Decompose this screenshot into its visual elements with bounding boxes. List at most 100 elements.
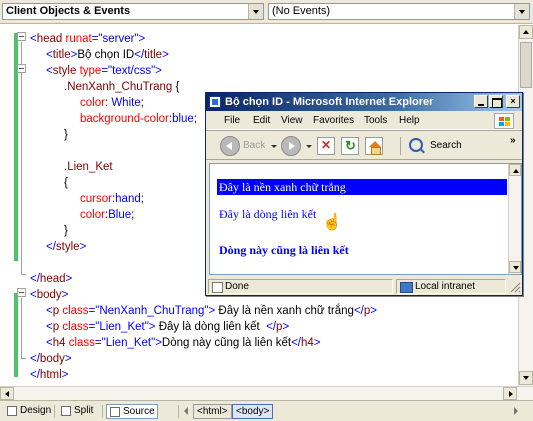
- search-button-label[interactable]: Search: [430, 140, 462, 151]
- code-line: <p class="NenXanh_ChuTrang"> Đây là nền …: [46, 303, 377, 319]
- code-line: </body>: [30, 351, 72, 367]
- scroll-down-icon[interactable]: [509, 261, 521, 273]
- chevron-down-icon[interactable]: [248, 4, 263, 19]
- code-token: h4: [52, 337, 69, 349]
- tab-source[interactable]: Source: [106, 404, 158, 419]
- ie-toolbar: Back Search »: [206, 132, 522, 160]
- status-done: Done: [208, 279, 393, 294]
- forward-dropdown-icon[interactable]: [306, 145, 312, 148]
- breadcrumb-back-icon[interactable]: [184, 407, 188, 415]
- editor-horizontal-scrollbar[interactable]: [0, 386, 533, 400]
- code-token: <: [46, 65, 53, 77]
- hand-cursor-icon: ☝: [322, 214, 342, 231]
- menu-view[interactable]: View: [281, 115, 303, 126]
- fold-guide: [21, 42, 22, 274]
- menu-favorites[interactable]: Favorites: [313, 115, 354, 126]
- scroll-up-icon[interactable]: [509, 164, 521, 176]
- code-token: Blue: [108, 209, 132, 221]
- code-token: {: [175, 81, 180, 93]
- code-token: color: [80, 209, 105, 221]
- menu-file[interactable]: File: [224, 115, 240, 126]
- code-token: </: [30, 353, 40, 365]
- maximize-button[interactable]: [489, 95, 503, 108]
- code-token: >: [162, 49, 169, 61]
- forward-arrow-icon[interactable]: [281, 136, 301, 156]
- code-token: ="Lien_Ket">: [88, 321, 156, 333]
- tab-design-label: Design: [20, 405, 52, 416]
- ie-menu-bar: File Edit View Favorites Tools Help: [206, 112, 522, 130]
- code-line: <h4 class="Lien_Ket">Dòng này cũng là li…: [46, 335, 321, 351]
- code-line: </head>: [30, 271, 72, 287]
- scroll-left-icon[interactable]: [0, 387, 14, 400]
- code-token: h4: [300, 337, 314, 349]
- events-dropdown-value: (No Events): [272, 5, 331, 17]
- home-icon[interactable]: [365, 137, 383, 155]
- ie-window-title: Bộ chọn ID - Microsoft Internet Explorer: [225, 96, 434, 108]
- code-token: .Lien_Ket: [64, 161, 113, 173]
- code-line: {: [64, 175, 68, 191]
- fold-guide: [21, 298, 22, 358]
- toolbar-overflow-chevron[interactable]: »: [510, 135, 516, 146]
- scroll-right-icon[interactable]: [503, 387, 517, 400]
- windows-logo-icon: [494, 113, 514, 129]
- code-token: </: [134, 49, 145, 61]
- ie-title-bar[interactable]: Bộ chọn ID - Microsoft Internet Explorer…: [206, 93, 522, 111]
- back-button-label[interactable]: Back: [243, 140, 265, 151]
- ie-content-scrollbar[interactable]: [508, 164, 521, 274]
- scroll-down-icon[interactable]: [519, 371, 533, 385]
- client-objects-dropdown[interactable]: Client Objects & Events: [2, 3, 264, 20]
- resize-grip-icon[interactable]: [509, 280, 521, 294]
- tab-split[interactable]: Split: [58, 404, 97, 419]
- scroll-thumb[interactable]: [520, 42, 532, 88]
- minimize-button[interactable]: [474, 95, 488, 108]
- code-token: p: [52, 305, 63, 317]
- code-token: <: [46, 337, 53, 349]
- code-token: body: [39, 353, 65, 365]
- collapse-head-icon[interactable]: [17, 32, 26, 41]
- code-line: }: [64, 223, 68, 239]
- code-line: color:Blue;: [80, 207, 134, 223]
- code-token: <: [30, 289, 37, 301]
- code-token: body: [36, 289, 62, 301]
- code-token: >: [61, 289, 69, 301]
- breadcrumb-html-tag[interactable]: <html>: [193, 404, 232, 419]
- back-arrow-icon[interactable]: [220, 136, 240, 156]
- stop-icon[interactable]: [317, 137, 335, 155]
- code-token: ="server">: [91, 33, 146, 45]
- breadcrumb-body-tag[interactable]: <body>: [232, 404, 274, 419]
- scroll-up-icon[interactable]: [519, 25, 533, 39]
- menu-edit[interactable]: Edit: [253, 115, 270, 126]
- fold-guide-end: [21, 274, 26, 275]
- breadcrumb-forward-icon[interactable]: [514, 407, 518, 415]
- link-styled-paragraph[interactable]: Đây là dòng liên kết: [219, 207, 316, 222]
- tab-divider: [54, 405, 55, 418]
- split-view-icon: [61, 406, 71, 416]
- fold-guide-end: [21, 358, 26, 359]
- code-token: style: [55, 241, 80, 253]
- menu-help[interactable]: Help: [399, 115, 420, 126]
- ie-page-content[interactable]: Đây là nền xanh chữ trắng Đây là dòng li…: [209, 163, 522, 275]
- code-token: >: [65, 273, 73, 285]
- collapse-style-icon[interactable]: [17, 64, 26, 73]
- code-line: background-color:blue;: [80, 111, 197, 127]
- close-button[interactable]: ×: [506, 95, 520, 108]
- code-token: cursor: [80, 193, 112, 205]
- events-dropdown[interactable]: (No Events): [268, 3, 530, 20]
- code-token: background-color: [80, 113, 169, 125]
- code-line: <style type="text/css">: [46, 63, 162, 79]
- search-icon[interactable]: [409, 138, 423, 152]
- code-token: Bộ chọn ID: [77, 49, 135, 61]
- code-token: </: [266, 321, 277, 333]
- menu-tools[interactable]: Tools: [364, 115, 387, 126]
- tab-divider: [102, 405, 103, 418]
- code-line: <body>: [30, 287, 68, 303]
- code-token: p: [52, 321, 63, 333]
- back-dropdown-icon[interactable]: [271, 145, 277, 148]
- collapse-body-icon[interactable]: [17, 288, 26, 297]
- status-security-zone: Local intranet: [396, 279, 506, 294]
- chevron-down-icon[interactable]: [514, 4, 529, 19]
- tab-design[interactable]: Design: [4, 404, 55, 419]
- link-styled-heading[interactable]: Dòng này cũng là liên kết: [219, 243, 349, 258]
- internet-explorer-window[interactable]: Bộ chọn ID - Microsoft Internet Explorer…: [205, 92, 523, 296]
- refresh-icon[interactable]: [341, 137, 359, 155]
